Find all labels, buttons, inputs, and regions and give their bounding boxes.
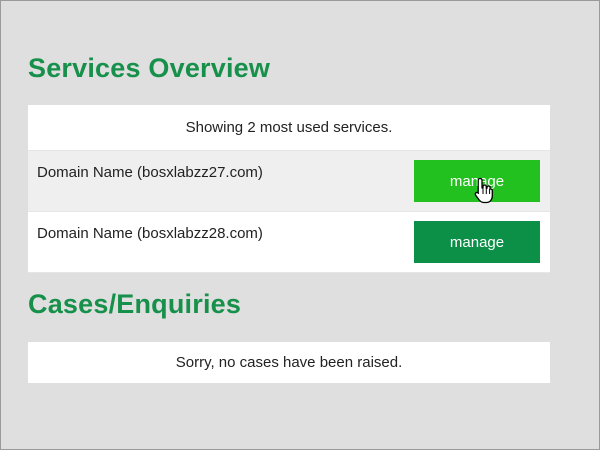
service-row: Domain Name (bosxlabzz28.com) manage	[28, 212, 550, 273]
cases-enquiries-heading: Cases/Enquiries	[28, 289, 242, 319]
service-row: Domain Name (bosxlabzz27.com) manage	[28, 151, 550, 212]
services-summary: Showing 2 most used services.	[28, 105, 550, 151]
service-name: Domain Name (bosxlabzz27.com)	[37, 164, 263, 181]
no-cases-message: Sorry, no cases have been raised.	[175, 354, 403, 371]
cases-panel: Sorry, no cases have been raised.	[28, 342, 550, 383]
services-panel: Showing 2 most used services. Domain Nam…	[28, 105, 550, 273]
manage-button[interactable]: manage	[414, 221, 540, 263]
service-name: Domain Name (bosxlabzz28.com)	[37, 225, 263, 242]
manage-button[interactable]: manage	[414, 160, 540, 202]
services-overview-heading: Services Overview	[28, 53, 271, 83]
